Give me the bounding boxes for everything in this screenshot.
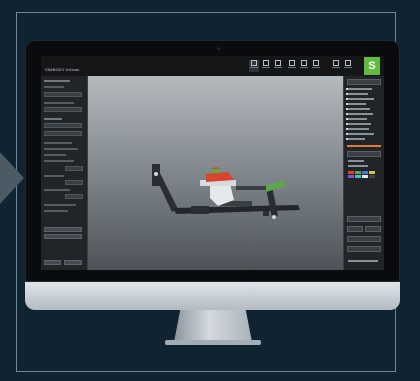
tree-header: [347, 79, 381, 85]
joint-icon: [272, 215, 276, 219]
color-swatch[interactable]: [362, 171, 368, 174]
input-field[interactable]: [365, 226, 381, 232]
value-field[interactable]: [65, 194, 83, 199]
color-swatch[interactable]: [369, 171, 375, 174]
scene-tree-panel: [343, 76, 384, 270]
material-field[interactable]: [44, 131, 82, 136]
select-tool-icon[interactable]: [249, 60, 259, 72]
section-header: [347, 216, 381, 222]
joint-icon: [154, 172, 158, 176]
value-field[interactable]: [65, 166, 83, 171]
monitor-bezel: SIMBODY Artisan S: [25, 40, 400, 282]
color-swatch[interactable]: [355, 175, 361, 178]
panel-label: [44, 204, 76, 206]
properties-panel: [41, 76, 88, 270]
panel-subheading: [44, 86, 64, 88]
monitor-stand-base: [165, 340, 261, 345]
app-logo: SIMBODY Artisan: [45, 67, 80, 72]
tree-item[interactable]: [348, 93, 368, 95]
monitor-stand: [174, 310, 252, 342]
panel-label: [44, 175, 64, 177]
mass-field[interactable]: [44, 123, 82, 128]
color-swatch[interactable]: [369, 175, 375, 178]
apply-button[interactable]: [44, 227, 82, 232]
imac-monitor: SIMBODY Artisan S: [25, 40, 400, 345]
tree-item[interactable]: [348, 103, 366, 105]
property-label: [348, 160, 364, 162]
tree-item[interactable]: [348, 113, 373, 115]
rotate-tool-icon[interactable]: [273, 60, 283, 72]
value-field[interactable]: [65, 180, 83, 185]
tree-item[interactable]: [348, 98, 374, 100]
playback-controls[interactable]: [348, 260, 378, 262]
type-field[interactable]: [44, 107, 82, 112]
tree-item[interactable]: [348, 108, 370, 110]
cancel-button[interactable]: [64, 260, 82, 265]
selected-tree-item[interactable]: [347, 145, 381, 147]
color-swatch[interactable]: [362, 175, 368, 178]
3d-viewport[interactable]: [88, 76, 344, 270]
camera-icon: [217, 47, 220, 50]
property-label: [348, 165, 368, 167]
color-swatch[interactable]: [355, 171, 361, 174]
settings-tool-icon[interactable]: [331, 60, 341, 72]
monitor-chin: [25, 282, 400, 310]
tree-item[interactable]: [348, 128, 369, 130]
chevron-right-icon: [0, 150, 24, 206]
view-tool-icon[interactable]: [343, 60, 353, 72]
green-cap: [211, 169, 221, 173]
panel-heading: [44, 80, 70, 82]
panel-label: [44, 142, 72, 144]
panel-label: [44, 154, 66, 156]
scale-tool-icon[interactable]: [287, 60, 297, 72]
reset-tool-icon[interactable]: [311, 60, 321, 72]
tree-item[interactable]: [348, 123, 371, 125]
properties-header: [347, 151, 381, 157]
top-toolbar: SIMBODY Artisan S: [41, 56, 384, 76]
right-connector: [236, 186, 266, 190]
robot-model: [152, 164, 300, 219]
panel-label: [44, 210, 68, 212]
input-field[interactable]: [347, 246, 381, 252]
panel-label: [44, 160, 74, 162]
base-block: [191, 206, 209, 214]
panel-label: [44, 189, 70, 191]
option-button[interactable]: [44, 234, 82, 239]
simulate-button[interactable]: S: [364, 57, 380, 75]
panel-label: [44, 148, 78, 150]
color-swatch[interactable]: [348, 171, 354, 174]
input-field[interactable]: [347, 236, 381, 242]
support-block: [263, 211, 269, 216]
name-field[interactable]: [44, 92, 82, 97]
app-screen: SIMBODY Artisan S: [41, 56, 384, 270]
green-end-effector: [264, 180, 286, 192]
move-tool-icon[interactable]: [261, 60, 271, 72]
close-tool-icon[interactable]: [299, 60, 309, 72]
panel-label: [44, 102, 74, 104]
input-field[interactable]: [347, 226, 363, 232]
color-swatch[interactable]: [348, 175, 354, 178]
ok-button[interactable]: [44, 260, 61, 265]
tree-item[interactable]: [348, 88, 372, 90]
tree-item[interactable]: [348, 118, 367, 120]
tree-item[interactable]: [348, 133, 374, 135]
section-label: [44, 118, 62, 120]
tree-item[interactable]: [348, 138, 365, 140]
